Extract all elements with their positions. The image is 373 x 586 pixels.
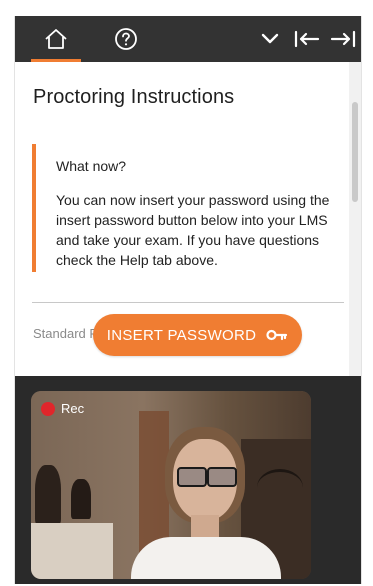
video-person-glasses-left — [177, 467, 207, 487]
standard-label: Standard R — [33, 326, 99, 341]
notice-heading: What now? — [56, 158, 127, 174]
proctor-panel: Proctoring Instructions What now? You ca… — [14, 16, 362, 584]
key-icon — [266, 329, 288, 341]
scrollbar[interactable] — [349, 62, 361, 376]
dock-left-button[interactable] — [293, 16, 321, 62]
notice-box: What now? You can now insert your passwo… — [32, 144, 332, 272]
insert-password-button[interactable]: INSERT PASSWORD — [93, 314, 302, 356]
collapse-button[interactable] — [257, 16, 283, 62]
page-title: Proctoring Instructions — [33, 86, 235, 108]
video-lamp-left-2 — [71, 479, 91, 519]
video-person-shirt — [131, 537, 281, 579]
record-dot-icon — [41, 401, 55, 416]
tab-help[interactable] — [103, 16, 149, 62]
video-person-glasses-right — [207, 467, 237, 487]
top-nav-bar — [15, 16, 361, 62]
arrow-left-bar-icon — [294, 30, 320, 48]
help-icon — [115, 28, 137, 50]
rec-label: Rec — [61, 401, 85, 416]
insert-password-label: INSERT PASSWORD — [106, 326, 257, 344]
instructions-content: Proctoring Instructions What now? You ca… — [15, 62, 349, 376]
notice-body: You can now insert your password using t… — [56, 192, 330, 268]
video-cabinet — [31, 523, 113, 579]
camera-area: Rec — [15, 376, 361, 584]
chevron-down-icon — [261, 33, 279, 44]
divider — [32, 302, 344, 303]
video-lamp-left — [35, 465, 61, 525]
recording-indicator: Rec — [41, 401, 84, 416]
arrow-right-bar-icon — [330, 30, 356, 48]
home-icon — [45, 29, 67, 49]
tab-home[interactable] — [31, 16, 81, 62]
webcam-video: Rec — [31, 391, 311, 579]
dock-right-button[interactable] — [329, 16, 357, 62]
scrollbar-thumb[interactable] — [352, 102, 358, 202]
video-chandelier — [257, 469, 303, 506]
